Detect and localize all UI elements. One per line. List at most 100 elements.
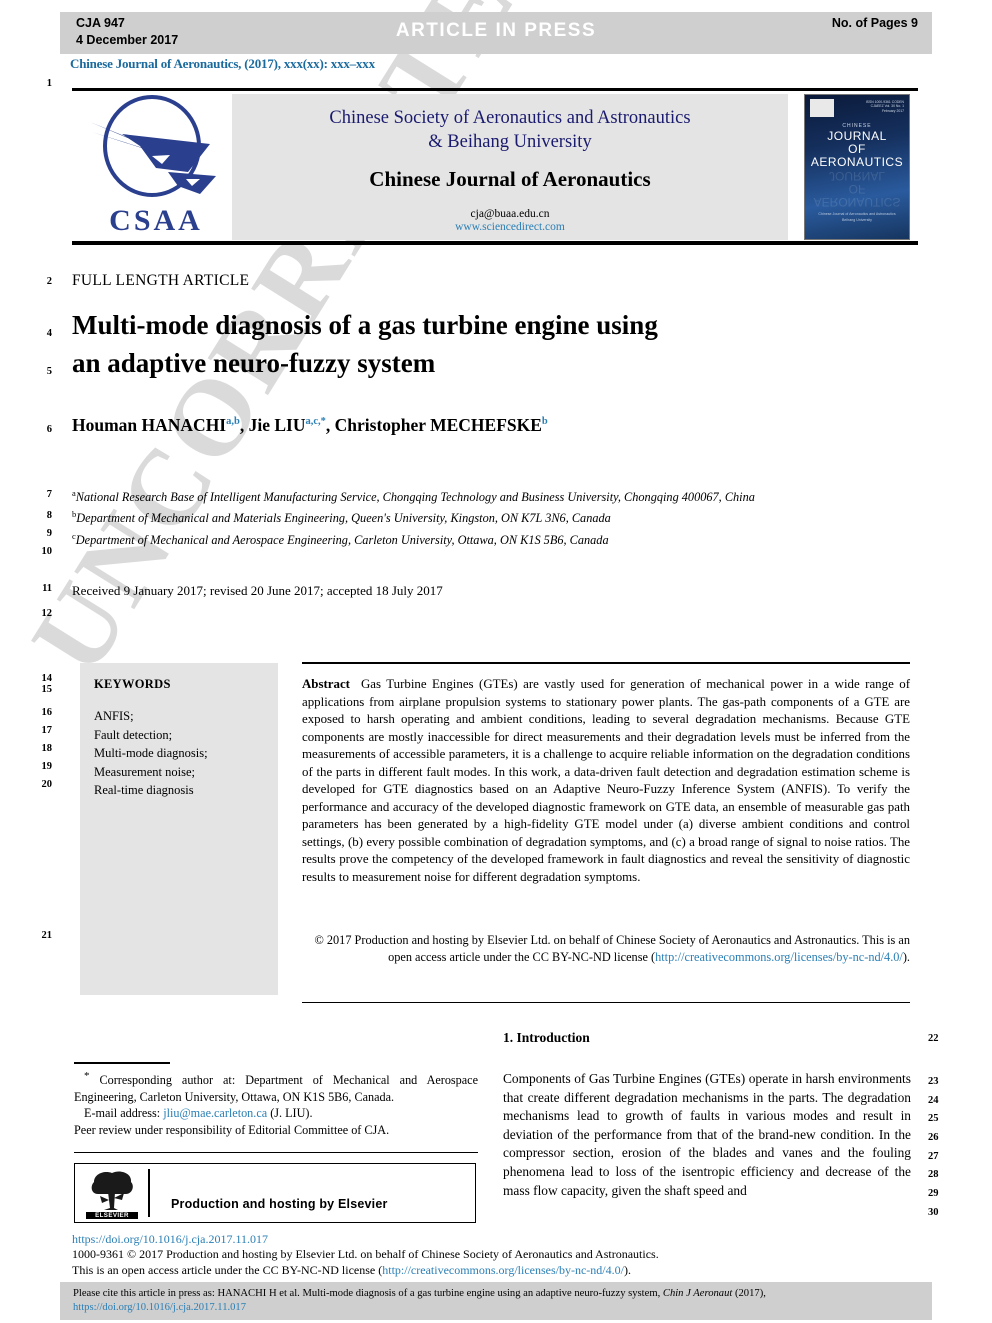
elsevier-tree-glyph <box>91 1171 133 1210</box>
author-name: Houman HANACHI <box>72 415 227 435</box>
line-number: 29 <box>928 1188 939 1199</box>
elsevier-tree-icon <box>88 1168 136 1218</box>
email-note: E-mail address: jliu@mae.carleton.ca (J.… <box>74 1105 478 1122</box>
line-number: 30 <box>928 1207 939 1218</box>
line-number: 15 <box>41 684 53 695</box>
author-affiliation-mark: a,b <box>226 416 240 428</box>
author-entry[interactable]: Christopher MECHEFSKEb <box>335 415 548 435</box>
title-line-2: an adaptive neuro-fuzzy system <box>72 348 436 378</box>
number-of-pages: No. of Pages 9 <box>831 16 918 30</box>
line-number: 27 <box>928 1151 939 1162</box>
cover-reflection-line1: JOURNAL <box>828 169 885 183</box>
copyright-tail: ). <box>902 949 910 964</box>
line-number: 20 <box>41 779 53 790</box>
cover-footer: Chinese Journal of Aeronautics and Astro… <box>805 211 909 223</box>
cover-line-aeronautics: AERONAUTICS <box>810 155 904 169</box>
issn-license-post: ). <box>623 1262 631 1277</box>
affiliation-item: aNational Research Base of Intelligent M… <box>72 485 872 506</box>
line-number: 25 <box>928 1113 939 1124</box>
line-number: 23 <box>928 1076 939 1087</box>
title-line-1: Multi-mode diagnosis of a gas turbine en… <box>72 310 658 340</box>
cover-elsevier-mark <box>810 99 834 117</box>
issn-license-pre: This is an open access article under the… <box>72 1262 383 1277</box>
line-number: 4 <box>46 328 52 339</box>
footnote-divider <box>74 1062 170 1064</box>
author-affiliation-mark: b <box>541 416 548 428</box>
article-type-label: FULL LENGTH ARTICLE <box>72 272 250 289</box>
affiliation-text: Department of Mechanical and Materials E… <box>76 511 611 526</box>
sciencedirect-url[interactable]: www.sciencedirect.com <box>232 221 788 233</box>
affiliation-list: aNational Research Base of Intelligent M… <box>72 485 872 549</box>
author-entry[interactable]: Houman HANACHIa,b <box>72 415 240 435</box>
line-number: 12 <box>41 608 53 619</box>
issn-line-2: This is an open access article under the… <box>72 1263 932 1279</box>
issn-line-1: 1000-9361 © 2017 Production and hosting … <box>72 1247 659 1261</box>
masthead-rule-bottom <box>72 241 918 245</box>
affiliation-text: National Research Base of Intelligent Ma… <box>75 490 755 505</box>
section-heading-introduction: 1. Introduction <box>503 1030 590 1045</box>
asterisk-mark: * <box>84 1070 90 1082</box>
cover-footer-line2: Beihang University <box>842 218 872 222</box>
elsevier-box-divider <box>148 1169 150 1217</box>
author-separator: , <box>239 415 249 435</box>
masthead-center-panel: Chinese Society of Aeronautics and Astro… <box>232 94 788 240</box>
abstract-rule-bottom <box>302 1002 910 1003</box>
cc-license-link-part2[interactable]: licenses/by-nc-nd/4.0/ <box>794 950 903 964</box>
line-number: 11 <box>42 583 52 594</box>
email-label: E-mail address: <box>84 1106 161 1121</box>
cover-issn-block: ISSN 1000-9361 CODEN CJAEEZ Vol. 30 No. … <box>865 100 904 113</box>
footnote-block: * Corresponding author at: Department of… <box>74 1068 478 1138</box>
line-number: 8 <box>46 510 52 521</box>
citation-doi-link[interactable]: https://doi.org/10.1016/j.cja.2017.11.01… <box>73 1301 921 1315</box>
line-number: 21 <box>41 930 53 941</box>
keywords-list: ANFIS; Fault detection; Multi-mode diagn… <box>94 709 208 797</box>
abstract-section: Abstract Gas Turbine Engines (GTEs) are v… <box>302 676 910 886</box>
author-name: Christopher MECHEFSKE <box>334 415 542 435</box>
cc-license-link-part1[interactable]: http://creativecommons.org/ <box>655 950 794 964</box>
footnote-divider-bottom <box>74 1152 478 1154</box>
line-number: 28 <box>928 1169 939 1180</box>
running-head: Chinese Journal of Aeronautics, (2017), … <box>70 56 375 71</box>
article-history: Received 9 January 2017; revised 20 June… <box>72 583 443 598</box>
line-number: 18 <box>41 743 53 754</box>
citation-journal-name: Chin J Aeronaut <box>662 1288 733 1299</box>
issn-copyright-block: 1000-9361 © 2017 Production and hosting … <box>72 1247 932 1278</box>
line-number: 22 <box>928 1033 939 1044</box>
doi-link[interactable]: https://doi.org/10.1016/j.cja.2017.11.01… <box>72 1232 268 1247</box>
abstract-copyright: © 2017 Production and hosting by Elsevie… <box>302 932 910 965</box>
citation-year: (2017), <box>732 1288 766 1299</box>
line-number: 17 <box>41 725 53 736</box>
line-number: 26 <box>928 1132 939 1143</box>
affiliation-text: Department of Mechanical and Aerospace E… <box>75 532 609 547</box>
citation-prefix: Please cite this article in press as: HA… <box>73 1288 663 1299</box>
cover-reflection-line3: AERONAUTICS <box>813 195 901 209</box>
author-affiliation-mark: a,c,* <box>305 416 326 428</box>
journal-title: Chinese Journal of Aeronautics <box>369 167 651 191</box>
elsevier-wordmark: ELSEVIER <box>86 1212 138 1219</box>
author-separator: , <box>325 415 335 435</box>
cover-reflection-line2: OF <box>848 182 866 196</box>
abstract-label: Abstract <box>302 677 350 691</box>
line-number: 5 <box>46 366 52 377</box>
citation-banner: Please cite this article in press as: HA… <box>60 1282 932 1320</box>
introduction-paragraph: Components of Gas Turbine Engines (GTEs)… <box>503 1071 911 1198</box>
elsevier-production-text: Production and hosting by Elsevier <box>171 1197 388 1211</box>
page-title: Multi-mode diagnosis of a gas turbine en… <box>72 306 862 382</box>
citation-text: Please cite this article in press as: HA… <box>73 1287 921 1314</box>
peer-review-note: Peer review under responsibility of Edit… <box>74 1122 390 1137</box>
line-number: 9 <box>46 528 52 539</box>
issn-license-link[interactable]: http://creativecommons.org/licenses/by-n… <box>382 1263 624 1277</box>
line-number: 2 <box>46 276 52 287</box>
cover-reflection: AERONAUTICS OF JOURNAL <box>805 169 909 209</box>
csaa-logo: CSAA <box>82 94 230 240</box>
csaa-emblem-icon <box>90 95 216 197</box>
author-entry[interactable]: Jie LIUa,c,* <box>249 415 326 435</box>
author-list: Houman HANACHIa,b, Jie LIUa,c,*, Christo… <box>72 415 892 436</box>
corresponding-author-note: * Corresponding author at: Department of… <box>74 1068 478 1105</box>
csaa-logo-text: CSAA <box>109 204 203 237</box>
keywords-box: KEYWORDS ANFIS; Fault detection; Multi-m… <box>80 663 278 995</box>
journal-email[interactable]: cja@buaa.edu.cn <box>232 208 788 220</box>
masthead-rule-top <box>72 88 918 91</box>
author-email-link[interactable]: jliu@mae.carleton.ca <box>163 1106 267 1120</box>
corresponding-author-text: Corresponding author at: Department of M… <box>74 1073 478 1104</box>
